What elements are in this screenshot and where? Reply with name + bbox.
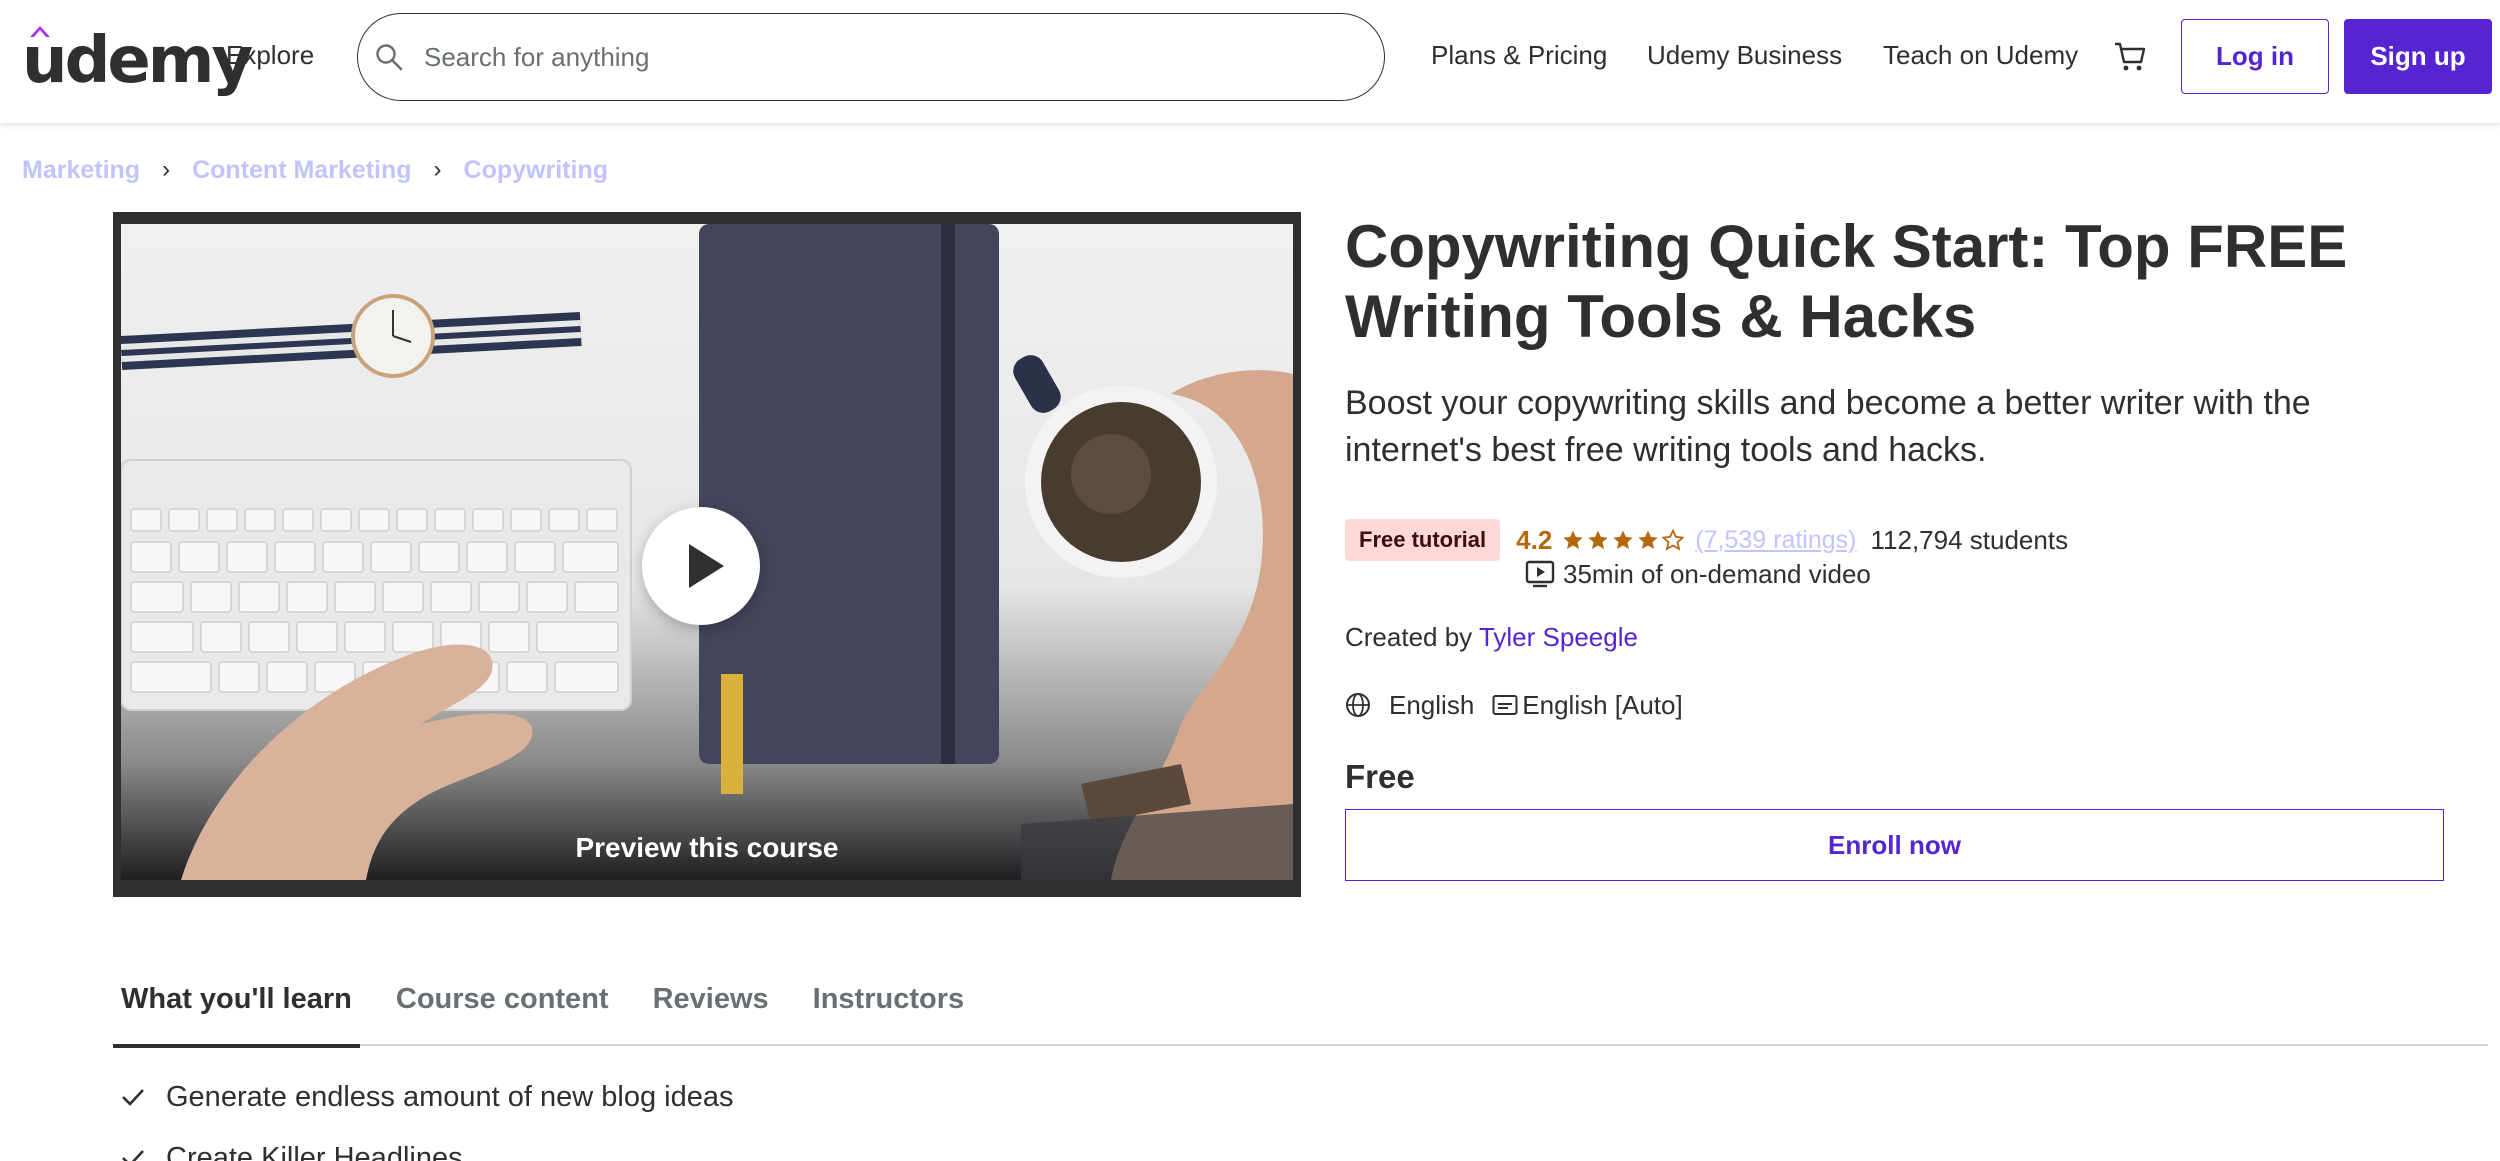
learn-item-text: Generate endless amount of new blog idea… [166,1080,734,1113]
author-link[interactable]: Tyler Speegle [1479,622,1638,652]
learn-item: Create Killer Headlines [120,1138,463,1161]
breadcrumb: Marketing › Content Marketing › Copywrit… [22,152,608,188]
breadcrumb-copywriting[interactable]: Copywriting [464,156,608,185]
rating-row: Free tutorial 4.2 (7,539 ratings) 112,79… [1345,519,2069,561]
login-button[interactable]: Log in [2181,19,2329,94]
learn-item: Generate endless amount of new blog idea… [120,1077,733,1117]
created-by: Created by Tyler Speegle [1345,622,1638,653]
course-tabs: What you'll learn Course content Reviews… [113,975,2488,1048]
rating-value: 4.2 [1516,524,1553,555]
udemy-logo[interactable]: udemy [22,22,253,98]
play-icon [689,544,724,588]
play-button[interactable] [642,507,760,625]
star-full-icon [1638,530,1658,550]
preview-image: Preview this course [121,224,1293,880]
explore-link[interactable]: Explore [226,40,314,71]
free-tutorial-badge: Free tutorial [1345,519,1501,561]
search-bar[interactable] [357,13,1385,101]
course-language: English [1389,689,1475,720]
captions-icon [1492,695,1518,715]
chevron-right-icon: › [433,156,442,183]
video-length-row: 35min of on-demand video [1525,556,1871,592]
preview-label[interactable]: Preview this course [121,832,1293,864]
cart-icon[interactable] [2112,38,2148,74]
top-header: udemy Explore Plans & Pricing Udemy Busi… [0,0,2500,123]
check-icon [122,1150,144,1161]
search-icon[interactable] [374,42,404,72]
enroll-button[interactable]: Enroll now [1345,809,2444,881]
plans-pricing-link[interactable]: Plans & Pricing [1431,40,1607,71]
star-full-icon [1588,530,1608,550]
tab-instructors[interactable]: Instructors [805,975,972,1046]
course-captions: English [Auto] [1522,689,1683,720]
students-count: 112,794 students [1870,524,2069,555]
star-full-icon [1613,530,1633,550]
tab-what-youll-learn[interactable]: What you'll learn [113,975,360,1048]
globe-icon [1346,693,1370,717]
tab-course-content[interactable]: Course content [388,975,617,1046]
course-price: Free [1345,758,1415,795]
search-input[interactable] [424,34,1324,80]
learn-item-text: Create Killer Headlines [166,1141,463,1161]
ratings-count-link[interactable]: (7,539 ratings) [1695,526,1856,555]
signup-button[interactable]: Sign up [2344,19,2492,94]
check-icon [122,1089,144,1106]
logo-text: udemy [22,24,253,98]
course-title: Copywriting Quick Start: Top FREE Writin… [1345,213,2348,350]
breadcrumb-content-marketing[interactable]: Content Marketing [192,156,411,185]
star-full-icon [1563,530,1583,550]
created-by-label: Created by [1345,622,1473,652]
teach-on-udemy-link[interactable]: Teach on Udemy [1883,40,2078,71]
video-length: 35min of on-demand video [1563,558,1871,589]
course-subtitle: Boost your copywriting skills and become… [1345,384,2311,469]
udemy-business-link[interactable]: Udemy Business [1647,40,1842,71]
video-icon [1525,560,1555,588]
course-preview[interactable]: Preview this course [113,212,1301,897]
star-empty-icon [1662,529,1685,551]
star-rating [1562,529,1687,551]
breadcrumb-marketing[interactable]: Marketing [22,156,140,185]
chevron-right-icon: › [162,156,171,183]
language-row: English English [Auto] [1345,688,1683,722]
tab-reviews[interactable]: Reviews [645,975,777,1046]
